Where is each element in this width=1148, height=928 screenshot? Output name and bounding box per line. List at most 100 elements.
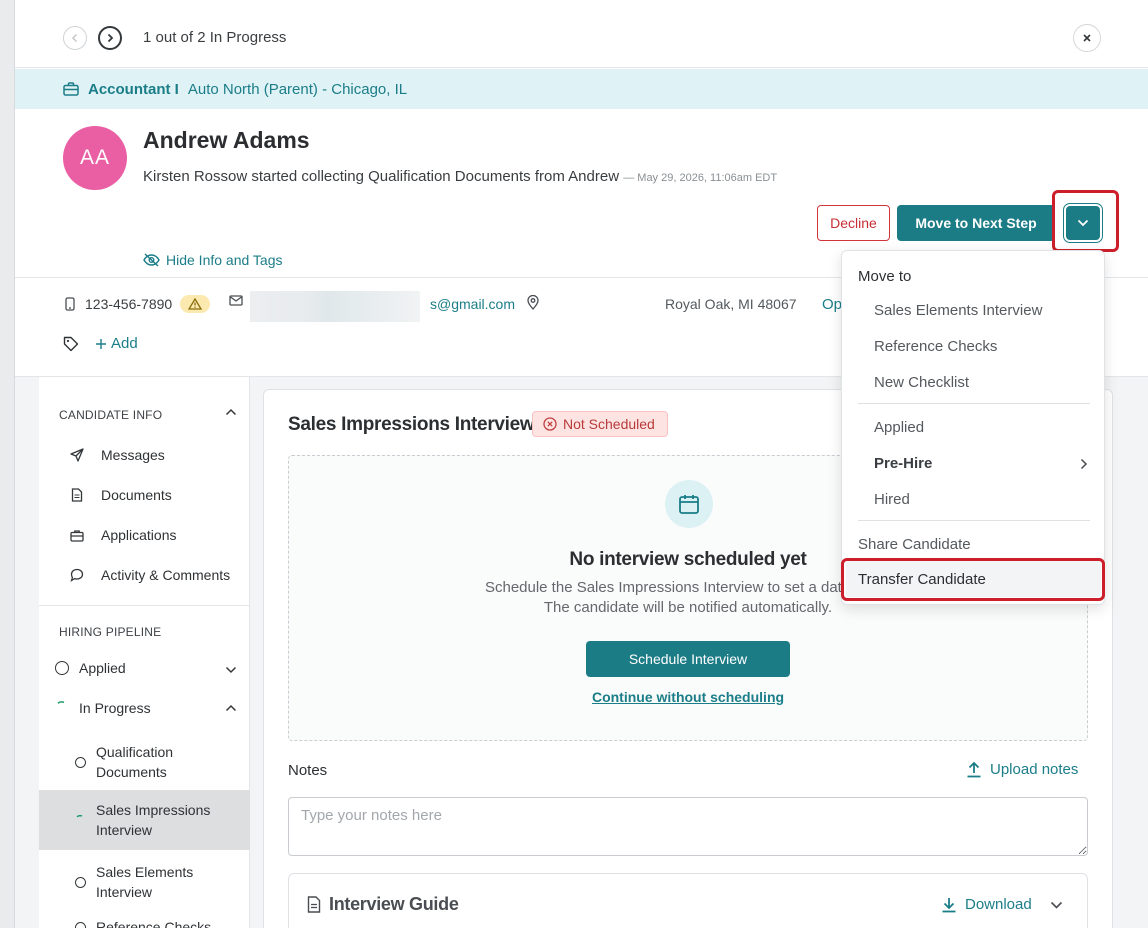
mail-icon xyxy=(229,295,243,306)
schedule-interview-button[interactable]: Schedule Interview xyxy=(586,641,790,677)
upload-notes-button[interactable]: Upload notes xyxy=(966,761,1078,778)
prev-candidate-button[interactable] xyxy=(63,26,87,50)
phone-icon xyxy=(65,297,75,311)
sidebar-item-documents[interactable]: Documents xyxy=(69,487,172,503)
candidate-activity: Kirsten Rossow started collecting Qualif… xyxy=(143,168,777,185)
progress-spinner-icon xyxy=(76,814,83,817)
decline-button[interactable]: Decline xyxy=(817,205,890,241)
email-icon-wrap xyxy=(229,295,243,306)
sidebar-item-label: Applications xyxy=(101,527,177,543)
redacted-email xyxy=(250,291,420,322)
close-icon xyxy=(1083,34,1091,42)
next-candidate-button[interactable] xyxy=(98,26,122,50)
download-icon xyxy=(942,898,956,913)
interview-guide-header: Interview Guide xyxy=(307,894,459,915)
sub-stage-qualification-documents[interactable]: Qualification Documents xyxy=(75,740,250,784)
menu-item-share-candidate[interactable]: Share Candidate xyxy=(858,536,971,553)
sub-stage-reference-checks[interactable]: Reference Checks xyxy=(75,917,250,928)
x-circle-icon xyxy=(543,417,557,431)
warning-icon xyxy=(188,298,203,310)
job-title[interactable]: Accountant I xyxy=(88,81,179,98)
add-tag-label: Add xyxy=(111,335,138,352)
download-guide-button[interactable]: Download xyxy=(941,896,1063,913)
avatar: AA xyxy=(63,126,127,190)
status-badge: Not Scheduled xyxy=(532,411,668,437)
menu-item-sales-elements[interactable]: Sales Elements Interview xyxy=(874,302,1042,319)
briefcase-icon xyxy=(63,82,79,96)
sidebar-divider xyxy=(39,605,250,606)
chevron-right-icon xyxy=(1080,458,1088,470)
continue-without-scheduling-link[interactable]: Continue without scheduling xyxy=(289,689,1087,705)
chevron-down-icon[interactable] xyxy=(225,666,237,674)
job-banner: Accountant I Auto North (Parent) - Chica… xyxy=(15,69,1148,109)
candidate-counter: 1 out of 2 In Progress xyxy=(143,29,287,46)
chevron-left-icon xyxy=(71,33,78,43)
pipeline-applied[interactable]: Applied xyxy=(55,660,126,676)
partial-link[interactable]: Op xyxy=(822,296,842,313)
page-backdrop xyxy=(0,0,15,928)
sub-stage-label: Qualification Documents xyxy=(96,744,174,780)
briefcase-icon xyxy=(70,529,84,542)
highlight-transfer-candidate xyxy=(841,558,1105,601)
chevron-up-icon[interactable] xyxy=(225,704,237,712)
chevron-down-icon[interactable] xyxy=(1050,901,1063,909)
tag-icon xyxy=(63,336,79,351)
progress-spinner-icon xyxy=(57,701,65,704)
sidebar-item-applications[interactable]: Applications xyxy=(69,527,177,543)
menu-item-hired[interactable]: Hired xyxy=(874,491,910,508)
hide-info-label: Hide Info and Tags xyxy=(166,252,283,268)
close-button[interactable] xyxy=(1073,24,1101,52)
activity-timestamp: — May 29, 2026, 11:06am EDT xyxy=(623,172,778,184)
add-tag-button[interactable]: Add xyxy=(95,335,138,352)
location-icon-wrap xyxy=(527,295,539,310)
interview-guide-card[interactable]: Interview Guide Download xyxy=(288,873,1088,928)
hide-info-toggle[interactable]: Hide Info and Tags xyxy=(143,252,283,268)
menu-heading: Move to xyxy=(858,268,912,285)
sidebar-item-activity[interactable]: Activity & Comments xyxy=(69,567,230,583)
sub-stage-sales-elements[interactable]: Sales Elements Interview xyxy=(75,860,250,904)
sidebar: CANDIDATE INFO Messages Documents Applic… xyxy=(39,377,250,928)
sidebar-item-messages[interactable]: Messages xyxy=(69,447,165,463)
notes-label: Notes xyxy=(288,762,328,779)
top-nav: 1 out of 2 In Progress xyxy=(15,0,1148,68)
sub-stage-label: Sales Impressions Interview xyxy=(96,802,211,838)
upload-icon xyxy=(967,761,981,778)
sub-stage-sales-impressions[interactable]: Sales Impressions Interview xyxy=(39,790,250,850)
move-to-menu: Move to Sales Elements Interview Referen… xyxy=(841,250,1105,605)
menu-item-reference-checks[interactable]: Reference Checks xyxy=(874,338,997,355)
menu-divider xyxy=(858,520,1090,521)
email-address[interactable]: s@gmail.com xyxy=(430,296,515,312)
candidate-name: Andrew Adams xyxy=(143,127,310,153)
download-label: Download xyxy=(965,896,1032,913)
tag-row: Add xyxy=(63,335,138,352)
menu-divider xyxy=(858,403,1090,404)
activity-text: Kirsten Rossow started collecting Qualif… xyxy=(143,168,620,185)
sidebar-item-label: Messages xyxy=(101,447,165,463)
chevron-right-icon xyxy=(107,33,114,43)
stage-title: Sales Impressions Interview xyxy=(288,414,535,435)
hiring-pipeline-heading: HIRING PIPELINE xyxy=(59,625,162,639)
warning-badge xyxy=(180,295,211,313)
sidebar-item-label: Activity & Comments xyxy=(101,567,231,583)
pipeline-label: In Progress xyxy=(79,700,151,716)
document-icon xyxy=(71,488,83,502)
chevron-up-icon[interactable] xyxy=(225,408,237,416)
calendar-icon xyxy=(679,495,699,514)
interview-guide-title: Interview Guide xyxy=(329,894,459,914)
move-to-next-step-button[interactable]: Move to Next Step xyxy=(897,205,1055,241)
phone-number[interactable]: 123-456-7890 xyxy=(85,296,172,312)
pipeline-in-progress[interactable]: In Progress xyxy=(55,700,151,716)
send-icon xyxy=(70,448,84,462)
location-pin-icon xyxy=(527,295,539,310)
sub-stage-label: Reference Checks xyxy=(96,919,212,928)
document-icon xyxy=(307,896,321,913)
menu-item-applied[interactable]: Applied xyxy=(874,419,924,436)
sub-stage-label: Sales Elements Interview xyxy=(96,864,194,900)
job-location: Auto North (Parent) - Chicago, IL xyxy=(187,80,408,98)
menu-item-pre-hire[interactable]: Pre-Hire xyxy=(874,455,932,472)
notes-textarea[interactable] xyxy=(288,797,1088,856)
menu-item-new-checklist[interactable]: New Checklist xyxy=(874,374,969,391)
candidate-info-heading: CANDIDATE INFO xyxy=(59,408,163,422)
status-badge-label: Not Scheduled xyxy=(563,416,655,432)
phone-contact: 123-456-7890 xyxy=(65,295,211,313)
